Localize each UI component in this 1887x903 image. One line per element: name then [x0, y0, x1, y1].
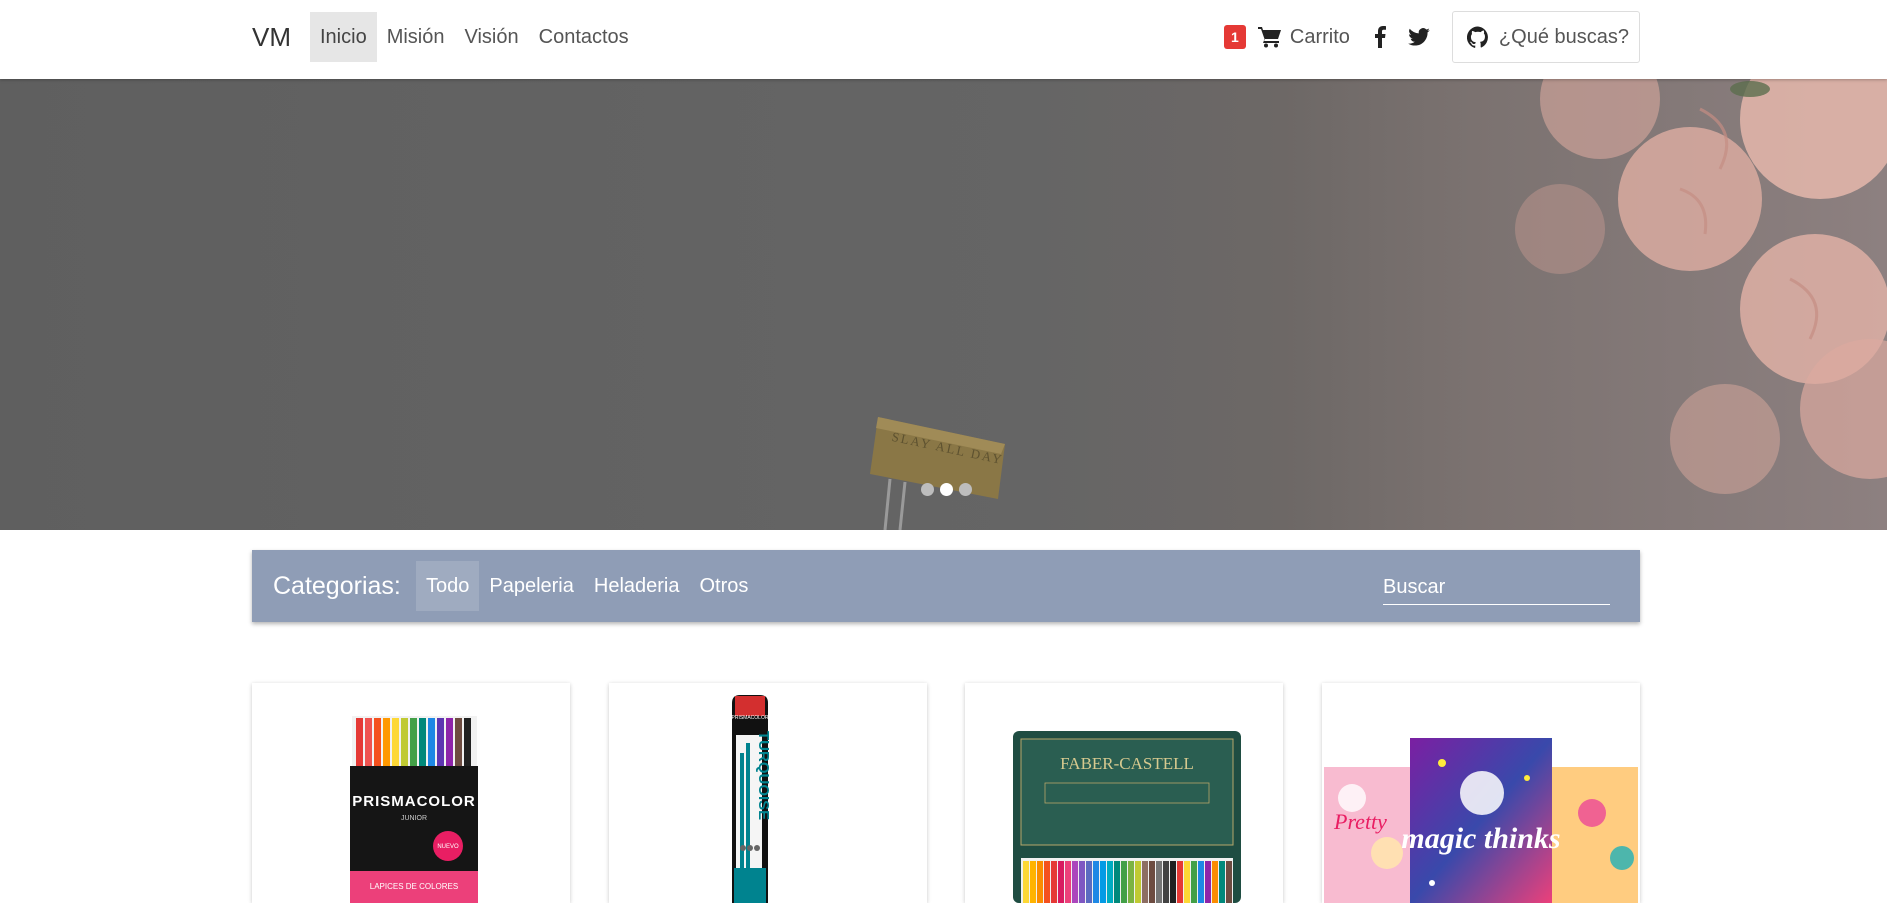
twitter-link[interactable] — [1408, 28, 1430, 46]
product-image: PRISMACOLOR JUNIOR NUEVO LAPICES DE COLO… — [350, 716, 478, 903]
carousel-dot-1[interactable] — [921, 483, 934, 496]
brand-logo[interactable]: VM — [252, 22, 291, 53]
carousel-dot-3[interactable] — [959, 483, 972, 496]
product-card[interactable]: FABER-CASTELL — [965, 683, 1283, 903]
category-todo[interactable]: Todo — [416, 561, 480, 611]
twitter-icon — [1408, 28, 1430, 46]
svg-text:LAPICES DE COLORES: LAPICES DE COLORES — [370, 882, 458, 891]
shopping-cart-icon — [1257, 27, 1281, 48]
nav-link-mision[interactable]: Misión — [377, 12, 455, 62]
cart-link[interactable]: Carrito — [1257, 25, 1350, 49]
main-nav: Inicio Misión Visión Contactos — [310, 12, 639, 62]
facebook-link[interactable] — [1374, 26, 1386, 48]
nav-link-inicio[interactable]: Inicio — [310, 12, 377, 62]
category-otros[interactable]: Otros — [690, 561, 759, 611]
roses-decoration — [1515, 79, 1887, 494]
product-card[interactable]: PRISMACOLOR JUNIOR NUEVO LAPICES DE COLO… — [252, 683, 570, 903]
top-navbar: VM Inicio Misión Visión Contactos 1 Carr… — [0, 0, 1887, 79]
svg-text:Pretty: Pretty — [1333, 809, 1387, 834]
category-search-input[interactable]: Buscar — [1383, 570, 1610, 605]
product-image: PRISMACOLOR TURQUOISE — [732, 695, 772, 903]
github-icon — [1466, 26, 1488, 48]
nav-link-contactos[interactable]: Contactos — [529, 12, 639, 62]
svg-text:FABER-CASTELL: FABER-CASTELL — [1060, 754, 1194, 773]
cart-count-badge: 1 — [1223, 25, 1246, 49]
pencil-tips — [352, 716, 477, 766]
what-are-you-looking-for-button[interactable]: ¿Qué buscas? — [1451, 11, 1640, 63]
facebook-icon — [1374, 26, 1386, 48]
category-papeleria[interactable]: Papeleria — [479, 561, 584, 611]
product-image: Pretty magic thinks — [1324, 738, 1638, 903]
svg-text:TURQUOISE: TURQUOISE — [755, 731, 772, 820]
nav-link-vision[interactable]: Visión — [455, 12, 529, 62]
svg-text:PRISMACOLOR: PRISMACOLOR — [732, 715, 769, 721]
search-button-label: ¿Qué buscas? — [1498, 25, 1629, 48]
hero-carousel[interactable]: SLAY ALL DAY — [0, 79, 1887, 530]
svg-text:JUNIOR: JUNIOR — [401, 815, 427, 822]
hero-slide-image: SLAY ALL DAY — [870, 79, 1887, 530]
carousel-dot-2[interactable] — [940, 483, 953, 496]
carousel-indicators — [918, 483, 975, 496]
cart-label: Carrito — [1289, 25, 1350, 48]
category-list: Todo Papeleria Heladeria Otros — [416, 561, 758, 611]
category-heladeria[interactable]: Heladeria — [584, 561, 690, 611]
product-card[interactable]: Pretty magic thinks — [1322, 683, 1640, 903]
category-bar: Categorias: Todo Papeleria Heladeria Otr… — [252, 550, 1640, 622]
navbar-right: 1 Carrito ¿Qué buscas? — [1223, 11, 1640, 63]
product-image: FABER-CASTELL — [1013, 731, 1241, 903]
svg-text:NUEVO: NUEVO — [437, 844, 459, 850]
categories-title: Categorias: — [273, 572, 401, 600]
product-card[interactable]: PRISMACOLOR TURQUOISE — [609, 683, 927, 903]
binder-clip-decoration: SLAY ALL DAY — [870, 417, 1005, 530]
svg-text:PRISMACOLOR: PRISMACOLOR — [352, 793, 476, 810]
svg-text:magic thinks: magic thinks — [1401, 822, 1560, 855]
